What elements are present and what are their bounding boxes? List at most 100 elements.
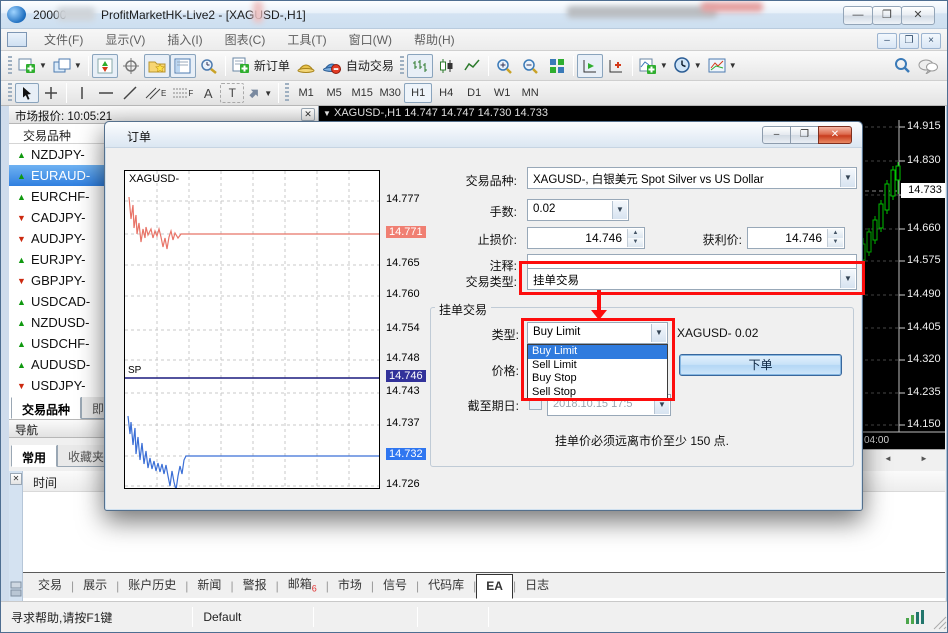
zoom-out-button[interactable] — [518, 54, 544, 78]
terminal-tab-日志[interactable]: 日志 — [516, 572, 558, 598]
expert-hat-button[interactable] — [293, 54, 319, 78]
trendline-button[interactable] — [118, 83, 142, 103]
close-icon[interactable]: ✕ — [301, 108, 315, 121]
search-button[interactable] — [889, 54, 915, 78]
timeframe-m15[interactable]: M15 — [348, 83, 376, 103]
market-watch-tab[interactable]: 交易品种 — [11, 397, 81, 419]
timeframe-h4[interactable]: H4 — [432, 83, 460, 103]
crosshair-tool-button[interactable] — [39, 83, 63, 103]
toolbar-grip[interactable] — [400, 56, 404, 76]
terminal-tab-警报[interactable]: 警报 — [234, 572, 276, 598]
auto-scroll-button[interactable] — [577, 54, 603, 78]
toolbar-grip[interactable] — [8, 83, 12, 103]
terminal-tab-展示[interactable]: 展示 — [74, 572, 116, 598]
terminal-tab-邮箱[interactable]: 邮箱6 — [279, 571, 326, 598]
market-watch-toggle[interactable] — [92, 54, 118, 78]
scroll-right-icon[interactable]: ► — [915, 453, 933, 465]
crosshair-button[interactable] — [118, 54, 144, 78]
dialog-minimize-button[interactable]: – — [762, 126, 791, 144]
timeframe-m30[interactable]: M30 — [376, 83, 404, 103]
terminal-tab-市场[interactable]: 市场 — [329, 572, 371, 598]
scroll-left-icon[interactable]: ◄ — [879, 453, 897, 465]
arrows-button[interactable]: ▼ — [244, 83, 275, 103]
pending-note: 挂单价必须远离市价至少 150 点. — [430, 432, 854, 449]
mdi-minimize-button[interactable]: – — [877, 33, 897, 49]
timeframe-mn[interactable]: MN — [516, 83, 544, 103]
terminal-tab-新闻[interactable]: 新闻 — [188, 572, 230, 598]
stoploss-field-label: 止损价: — [405, 231, 517, 248]
cursor-button[interactable] — [15, 83, 39, 103]
resize-grip[interactable] — [933, 616, 947, 630]
timeframe-d1[interactable]: D1 — [460, 83, 488, 103]
timeframe-m1[interactable]: M1 — [292, 83, 320, 103]
navigator-tab[interactable]: 常用 — [11, 445, 57, 467]
takeprofit-spinner[interactable]: 14.746 ▲▼ — [747, 227, 845, 249]
auto-trading-button[interactable]: 自动交易 — [319, 54, 397, 78]
symbol-combo[interactable]: XAGUSD-, 白银美元 Spot Silver vs US Dollar▼ — [527, 167, 857, 189]
place-order-button[interactable]: 下单 — [679, 354, 842, 376]
mdi-restore-button[interactable]: ❐ — [899, 33, 919, 49]
price-scale-label: 14.235 — [907, 386, 941, 398]
menu-item[interactable]: 图表(C) — [214, 29, 277, 51]
chat-button[interactable] — [915, 54, 941, 78]
indicators-button[interactable]: ▼ — [636, 54, 671, 78]
favorites-folder-icon — [148, 58, 166, 74]
stoploss-spinner[interactable]: 14.746 ▲▼ — [527, 227, 645, 249]
periods-button[interactable]: ▼ — [671, 54, 705, 78]
minimize-button[interactable]: — — [843, 6, 873, 25]
equidistant-channel-button[interactable]: E — [142, 83, 169, 103]
dialog-titlebar[interactable]: 订单 – ❐ ✕ — [105, 122, 862, 148]
text-button[interactable]: A — [196, 83, 220, 103]
window-titlebar: 20000 ProfitMarketHK-Live2 - [XAGUSD-,H1… — [1, 1, 948, 29]
templates-button[interactable]: ▼ — [705, 54, 740, 78]
favorites-button[interactable] — [144, 54, 170, 78]
status-profile[interactable]: Default — [193, 610, 251, 624]
menu-item[interactable]: 窗口(W) — [338, 29, 403, 51]
history-center-button[interactable] — [196, 54, 222, 78]
symbol-name: AUDUSD- — [31, 357, 90, 372]
menu-item[interactable]: 工具(T) — [276, 29, 337, 51]
tile-windows-button[interactable] — [544, 54, 570, 78]
data-window-button[interactable] — [170, 54, 196, 78]
terminal-tab-代码库[interactable]: 代码库 — [419, 572, 473, 598]
indicators-icon — [639, 58, 657, 74]
menu-item[interactable]: 显示(V) — [94, 29, 156, 51]
close-button[interactable]: ✕ — [901, 6, 935, 25]
candlestick-button[interactable] — [433, 54, 459, 78]
expiry-label: 截至期日: — [407, 397, 519, 414]
restore-button[interactable]: ❐ — [872, 6, 902, 25]
mdi-close-button[interactable]: × — [921, 33, 941, 49]
timeframe-w1[interactable]: W1 — [488, 83, 516, 103]
auto-scroll-icon — [582, 58, 598, 74]
new-chart-button[interactable]: ▼ — [15, 54, 50, 78]
vertical-line-button[interactable] — [70, 83, 94, 103]
line-chart-button[interactable] — [459, 54, 485, 78]
toolbar-grip[interactable] — [8, 56, 12, 76]
new-order-button[interactable]: 新订单 — [229, 54, 293, 78]
terminal-tab-信号[interactable]: 信号 — [374, 572, 416, 598]
menu-item[interactable]: 文件(F) — [33, 29, 94, 51]
terminal-tab-交易[interactable]: 交易 — [29, 572, 71, 598]
zoom-in-button[interactable] — [492, 54, 518, 78]
timeframe-m5[interactable]: M5 — [320, 83, 348, 103]
terminal-tab-账户历史[interactable]: 账户历史 — [119, 572, 185, 598]
chart-shift-button[interactable] — [603, 54, 629, 78]
bar-chart-button[interactable] — [407, 54, 433, 78]
close-icon[interactable]: ✕ — [10, 473, 22, 485]
fibonacci-button[interactable]: F — [169, 83, 196, 103]
horizontal-line-button[interactable] — [94, 83, 118, 103]
profiles-button[interactable]: ▼ — [50, 54, 85, 78]
menu-item[interactable]: 插入(I) — [156, 29, 213, 51]
toolbar-grip[interactable] — [285, 83, 289, 103]
terminal-tab-EA[interactable]: EA — [476, 574, 513, 599]
text-label-button[interactable]: T — [220, 83, 244, 103]
dialog-restore-button[interactable]: ❐ — [790, 126, 819, 144]
current-price-label: 14.733 — [901, 183, 945, 198]
dialog-close-button[interactable]: ✕ — [818, 126, 852, 144]
pending-summary: XAGUSD- 0.02 — [677, 326, 758, 340]
timeframe-h1[interactable]: H1 — [404, 83, 432, 103]
volume-combo[interactable]: 0.02▼ — [527, 199, 629, 221]
menu-item[interactable]: 帮助(H) — [403, 29, 466, 51]
symbol-name: EURCHF- — [31, 189, 90, 204]
down-arrow-icon: ▼ — [17, 234, 31, 244]
